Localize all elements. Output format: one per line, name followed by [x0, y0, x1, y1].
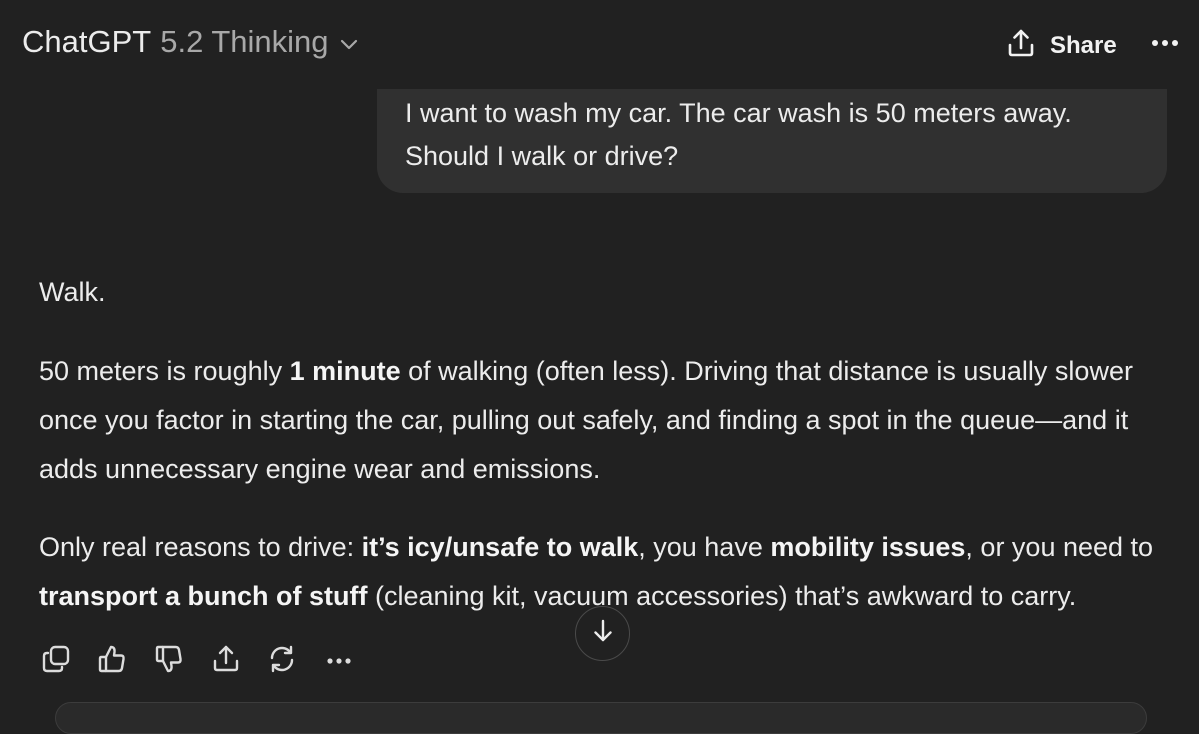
chevron-down-icon [339, 37, 359, 51]
share-button[interactable]: Share [1004, 26, 1117, 65]
answer-short: Walk. [39, 277, 106, 307]
assistant-message: Walk. 50 meters is roughly 1 minute of w… [39, 270, 1179, 650]
answer-paragraph-1: 50 meters is roughly 1 minute of walking… [39, 347, 1179, 494]
regenerate-button[interactable] [264, 643, 300, 679]
copy-icon [40, 643, 72, 680]
model-name: 5.2 Thinking [160, 24, 329, 59]
top-bar: ChatGPT 5.2 Thinking Share [0, 0, 1199, 88]
thumbs-down-icon [153, 643, 185, 680]
text-run: Only real reasons to drive: [39, 532, 362, 562]
text-run: , or you need to [965, 532, 1154, 562]
model-selector[interactable]: ChatGPT 5.2 Thinking [22, 24, 359, 60]
share-icon [210, 643, 242, 680]
text-run: 50 meters is roughly [39, 356, 290, 386]
good-response-button[interactable] [94, 643, 130, 679]
user-message-line: I want to wash my car. The car wash is 5… [405, 98, 1072, 128]
share-icon [1004, 26, 1038, 65]
user-message-line: Should I walk or drive? [405, 141, 679, 171]
share-label: Share [1050, 31, 1117, 59]
composer-edge [55, 702, 1147, 734]
copy-button[interactable] [38, 643, 74, 679]
arrow-down-icon [589, 617, 617, 650]
thumbs-up-icon [96, 643, 128, 680]
app-title: ChatGPT [22, 24, 152, 59]
more-actions-button[interactable] [321, 643, 357, 679]
bad-response-button[interactable] [151, 643, 187, 679]
bold-text: mobility issues [770, 532, 966, 562]
more-options-icon[interactable] [1150, 30, 1180, 61]
more-icon [323, 643, 355, 680]
scroll-to-bottom-button[interactable] [575, 606, 630, 661]
bold-text: 1 minute [289, 356, 401, 386]
text-run: (cleaning kit, vacuum accessories) that’… [367, 581, 1077, 611]
regenerate-icon [266, 643, 298, 680]
bold-text: transport a bunch of stuff [39, 581, 368, 611]
user-message-bubble: I want to wash my car. The car wash is 5… [377, 89, 1167, 193]
share-message-button[interactable] [208, 643, 244, 679]
text-run: , you have [638, 532, 771, 562]
bold-text: it’s icy/unsafe to walk [361, 532, 639, 562]
